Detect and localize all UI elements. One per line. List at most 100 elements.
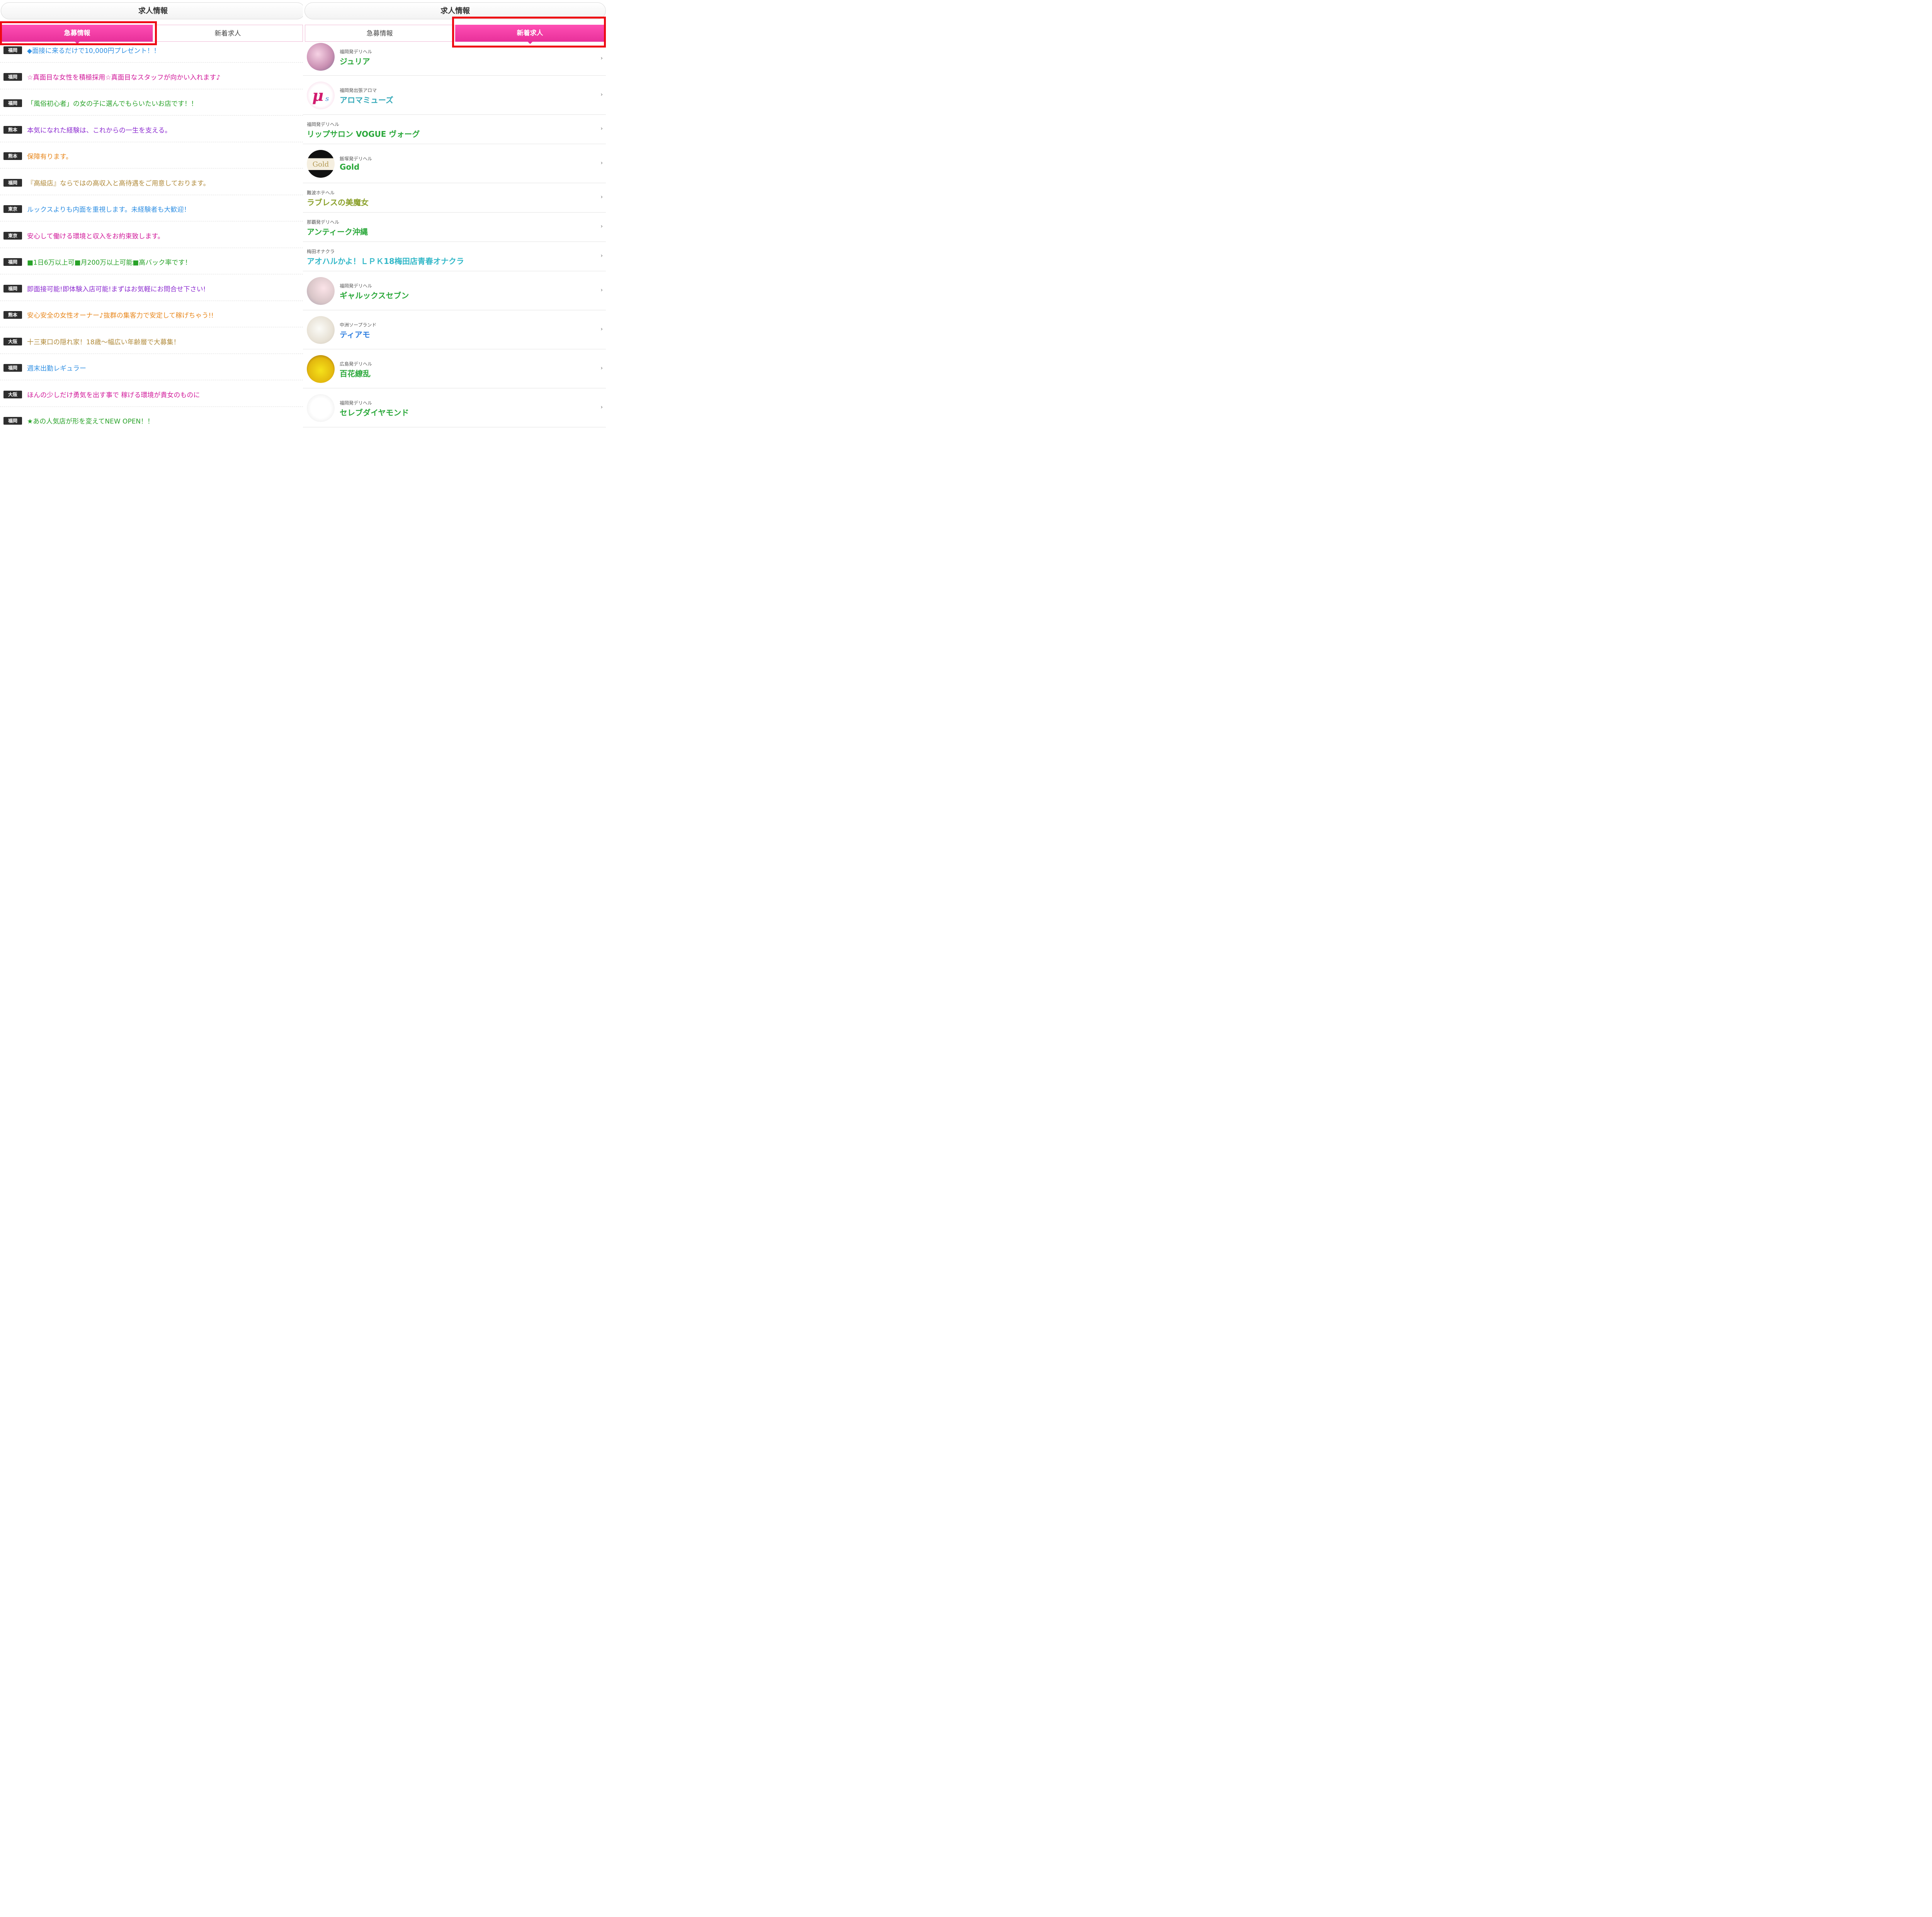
job-title-link[interactable]: 週末出勤レギュラー	[27, 363, 86, 373]
region-badge: 熊本	[3, 126, 22, 134]
job-row[interactable]: 熊本 安心安全の女性オーナー♪抜群の集客力で安定して稼げちゃう!!	[0, 301, 303, 327]
job-row[interactable]: 大阪 ほんの少しだけ勇気を出す事で 稼げる環境が貴女のものに	[0, 381, 303, 407]
shop-name-link[interactable]: アンティーク沖縄	[307, 226, 368, 237]
job-row[interactable]: 東京 ルックスよりも内面を重視します。未経験者も大歓迎！	[0, 195, 303, 221]
region-badge: 大阪	[3, 337, 22, 345]
region-badge: 大阪	[3, 390, 22, 398]
region-badge: 東京	[3, 231, 22, 240]
shop-row[interactable]: 梅田オナクラ アオハルかよ！ＬＰＫ18梅田店青春オナクラ ›	[303, 242, 606, 271]
job-title-link[interactable]: 『高級店』ならではの高収入と高待遇をご用意しております。	[27, 178, 210, 187]
job-row[interactable]: 福岡 ◆面接に来るだけで10,000円プレゼント！！	[0, 36, 303, 63]
shop-category: 難波ホテヘル	[307, 190, 335, 196]
shop-name-link[interactable]: Gold	[340, 162, 359, 172]
chevron-right-icon: ›	[600, 287, 603, 293]
region-badge: 福岡	[3, 73, 22, 81]
region-badge: 福岡	[3, 364, 22, 372]
shop-row[interactable]: 福岡発デリヘル セレブダイヤモンド ›	[303, 388, 606, 427]
chevron-right-icon: ›	[600, 365, 603, 371]
job-row[interactable]: 大阪 十三東口の隠れ家！18歳～幅広い年齢層で大募集！	[0, 328, 303, 354]
shop-name-link[interactable]: ギャルックスセブン	[340, 289, 409, 301]
shop-row[interactable]: 福岡発デリヘル リップサロン VOGUE ヴォーグ ›	[303, 115, 606, 144]
svg-text:Gold: Gold	[313, 160, 329, 168]
job-title-link[interactable]: ルックスよりも内面を重視します。未経験者も大歓迎！	[27, 204, 190, 214]
shop-thumbnail	[307, 394, 335, 422]
chevron-right-icon: ›	[600, 404, 603, 410]
job-row[interactable]: 熊本 本気になれた経験は、これからの一生を支える。	[0, 116, 303, 142]
job-title-link[interactable]: ■1日6万以上可■月200万以上可能■高バック率です！	[27, 257, 191, 267]
muse-logo-icon: μs	[312, 87, 329, 105]
left-panel: 求人情報 急募情報 新着求人 福岡 ◆面接に来るだけで10,000円プレゼント！！…	[0, 0, 303, 429]
job-row[interactable]: 福岡 『高級店』ならではの高収入と高待遇をご用意しております。	[0, 169, 303, 195]
shop-category: 福岡発デリヘル	[340, 400, 372, 406]
region-badge: 東京	[3, 205, 22, 213]
region-badge: 熊本	[3, 311, 22, 319]
job-row[interactable]: 福岡 「風俗初心者」の女の子に選んでもらいたいお店です！！	[0, 89, 303, 116]
job-title-link[interactable]: 保障有ります。	[27, 151, 72, 161]
shop-row[interactable]: Gold 飯塚発デリヘル Gold ›	[303, 144, 606, 183]
shop-name-link[interactable]: セレブダイヤモンド	[340, 407, 409, 418]
shop-row[interactable]: 那覇発デリヘル アンティーク沖縄 ›	[303, 213, 606, 242]
shop-row[interactable]: 中洲ソープランド ティアモ ›	[303, 310, 606, 349]
job-title-link[interactable]: 即面接可能!即体験入店可能!まずはお気軽にお問合せ下さい!	[27, 284, 206, 293]
job-title-link[interactable]: 安心して働ける環境と収入をお約束致します。	[27, 231, 164, 240]
job-title-link[interactable]: ほんの少しだけ勇気を出す事で 稼げる環境が貴女のものに	[27, 390, 200, 399]
shop-name-link[interactable]: ジュリア	[340, 55, 370, 66]
panel-title: 求人情報	[1, 2, 303, 19]
panel-title: 求人情報	[304, 2, 606, 19]
shop-thumbnail	[307, 355, 335, 383]
tab-new-jobs[interactable]: 新着求人	[455, 25, 605, 44]
chevron-right-icon: ›	[600, 55, 603, 61]
shop-name-link[interactable]: 百花繚乱	[340, 367, 371, 379]
right-panel: 求人情報 急募情報 新着求人 福岡発デリヘル ジュリア › μ s 福岡発出張アロマ アロマ…	[303, 0, 606, 429]
region-badge: 福岡	[3, 179, 22, 187]
shop-row[interactable]: 福岡発デリヘル ジュリア ›	[303, 43, 606, 76]
shop-category: 福岡発デリヘル	[307, 122, 340, 127]
tab-urgent[interactable]: 急募情報	[305, 25, 454, 42]
job-title-link[interactable]: ◆面接に来るだけで10,000円プレゼント！！	[27, 45, 160, 55]
job-row[interactable]: 福岡 ■1日6万以上可■月200万以上可能■高バック率です！	[0, 248, 303, 274]
job-row[interactable]: 福岡 週末出勤レギュラー	[0, 354, 303, 380]
job-row[interactable]: 東京 安心して働ける環境と収入をお約束致します。	[0, 222, 303, 248]
shop-row[interactable]: μ s 福岡発出張アロマ アロマミューズ ›	[303, 76, 606, 115]
svg-text:μ: μ	[312, 87, 323, 105]
shop-row[interactable]: 福岡発デリヘル ギャルックスセブン ›	[303, 271, 606, 310]
job-title-link[interactable]: 安心安全の女性オーナー♪抜群の集客力で安定して稼げちゃう!!	[27, 310, 214, 320]
svg-text:s: s	[325, 95, 329, 103]
shop-category: 那覇発デリヘル	[307, 219, 340, 225]
job-title-link[interactable]: ★あの人気店が形を変えてNEW OPEN！！	[27, 416, 154, 425]
job-title-link[interactable]: 本気になれた経験は、これからの一生を支える。	[27, 125, 172, 134]
chevron-right-icon: ›	[600, 160, 603, 166]
region-badge: 福岡	[3, 417, 22, 425]
chevron-right-icon: ›	[600, 223, 603, 230]
shop-name-link[interactable]: ティアモ	[340, 328, 370, 340]
region-badge: 熊本	[3, 152, 22, 160]
shop-row[interactable]: 広島発デリヘル 百花繚乱 ›	[303, 349, 606, 388]
shop-category: 福岡発デリヘル	[340, 283, 372, 289]
shop-name-link[interactable]: リップサロン VOGUE ヴォーグ	[307, 128, 420, 139]
region-badge: 福岡	[3, 258, 22, 266]
shop-name-link[interactable]: アオハルかよ！ＬＰＫ18梅田店青春オナクラ	[307, 255, 464, 266]
shop-name-link[interactable]: ラブレスの美魔女	[307, 196, 369, 208]
shop-row[interactable]: 難波ホテヘル ラブレスの美魔女 ›	[303, 183, 606, 213]
shop-category: 広島発デリヘル	[340, 361, 372, 367]
shop-category: 中洲ソープランド	[340, 322, 377, 328]
job-title-link[interactable]: 「風俗初心者」の女の子に選んでもらいたいお店です！！	[27, 98, 197, 108]
shop-thumbnail	[307, 316, 335, 344]
shop-thumbnail	[307, 43, 335, 71]
job-row[interactable]: 福岡 ★あの人気店が形を変えてNEW OPEN！！	[0, 407, 303, 429]
shop-category: 梅田オナクラ	[307, 249, 335, 254]
shop-thumbnail	[307, 277, 335, 305]
shop-category: 福岡発デリヘル	[340, 49, 372, 54]
chevron-right-icon: ›	[600, 91, 603, 98]
shop-thumbnail: μs	[307, 81, 335, 109]
job-row[interactable]: 熊本 保障有ります。	[0, 142, 303, 168]
shop-name-link[interactable]: アロマミューズ	[340, 94, 393, 105]
chevron-right-icon: ›	[600, 326, 603, 332]
region-badge: 福岡	[3, 46, 22, 54]
job-row[interactable]: 福岡 即面接可能!即体験入店可能!まずはお気軽にお問合せ下さい!	[0, 275, 303, 301]
job-title-link[interactable]: 十三東口の隠れ家！18歳～幅広い年齢層で大募集！	[27, 337, 180, 346]
job-row[interactable]: 福岡 ☆真面目な女性を積極採用☆真面目なスタッフが向かい入れます♪	[0, 63, 303, 89]
chevron-right-icon: ›	[600, 194, 603, 200]
shop-category: 飯塚発デリヘル	[340, 156, 372, 162]
job-title-link[interactable]: ☆真面目な女性を積極採用☆真面目なスタッフが向かい入れます♪	[27, 72, 220, 82]
